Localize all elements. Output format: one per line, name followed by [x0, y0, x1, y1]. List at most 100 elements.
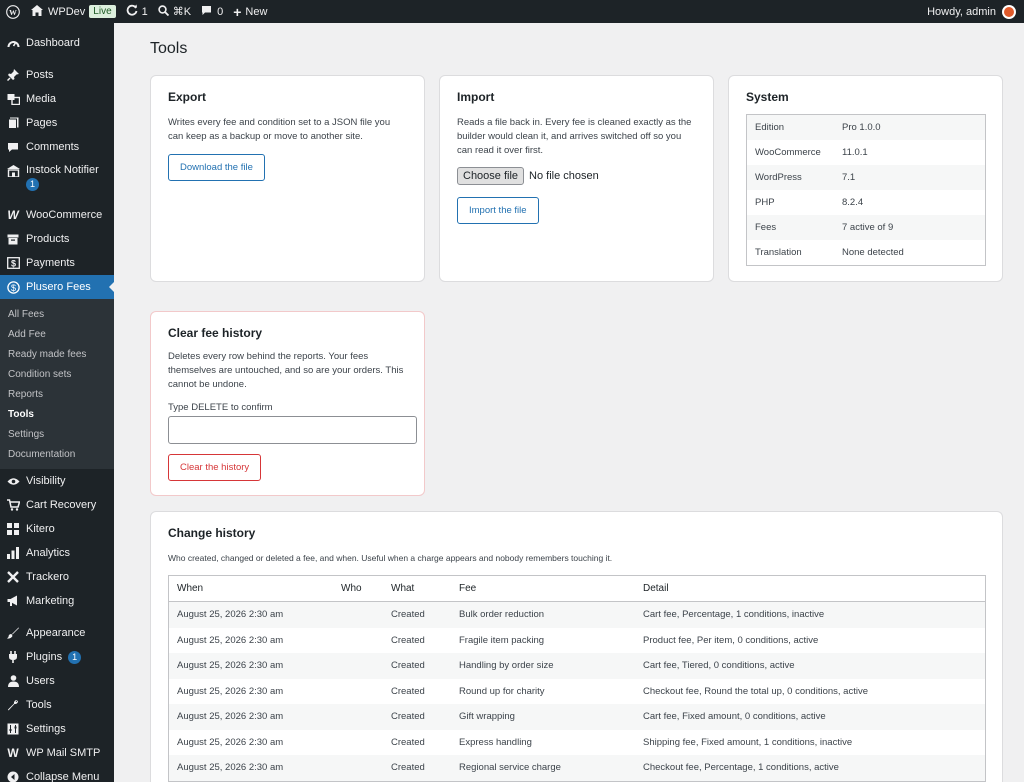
submenu-item-condition-sets[interactable]: Condition sets — [0, 365, 114, 385]
sidebar-item-plusero-fees[interactable]: $ Plusero Fees — [0, 275, 114, 299]
system-row: Fees 7 active of 9 — [747, 215, 985, 240]
table-row: August 25, 2026 2:30 am Created Fragile it… — [177, 634, 819, 646]
change-history-title: Change history — [168, 526, 256, 540]
submenu-item-tools[interactable]: Tools — [0, 405, 114, 425]
sidebar-item-tools[interactable]: Tools — [0, 693, 114, 717]
system-table: Edition Pro 1.0.0 WooCommerce 11.0.1 WordP… — [746, 114, 986, 266]
system-row: Edition Pro 1.0.0 — [747, 115, 985, 140]
sidebar-item-label: Posts — [26, 69, 54, 81]
submenu-item-all-fees[interactable]: All Fees — [0, 305, 114, 325]
import-title: Import — [457, 90, 495, 104]
confirm-delete-input[interactable] — [168, 416, 417, 444]
sidebar-item-posts[interactable]: Posts — [0, 63, 114, 87]
search-icon — [158, 4, 169, 19]
sidebar-item-label: Plusero Fees — [26, 281, 91, 293]
comments-link[interactable]: 0 — [196, 0, 228, 23]
plus-icon: + — [233, 3, 242, 20]
brush-icon — [6, 626, 20, 640]
instock-count-badge: 1 — [26, 178, 39, 191]
import-card: Import Reads a file back in. Every fee i… — [439, 75, 714, 282]
choose-file-button[interactable]: Choose file — [457, 167, 525, 185]
submenu-item-ready-made-fees[interactable]: Ready made fees — [0, 345, 114, 365]
megaphone-icon — [6, 594, 20, 608]
updates-link[interactable]: 1 — [121, 0, 153, 23]
new-label: New — [245, 5, 268, 18]
change-history-card: Change history Who created, changed or d… — [150, 511, 1003, 782]
sidebar-item-woocommerce[interactable]: W WooCommerce — [0, 203, 114, 227]
dollar-circle-icon: $ — [6, 280, 20, 294]
sidebar-item-trackero[interactable]: Trackero — [0, 565, 114, 589]
sidebar-item-label: Users — [26, 675, 55, 687]
submenu-item-settings[interactable]: Settings — [0, 425, 114, 445]
clear-history-button[interactable]: Clear the history — [168, 454, 262, 481]
export-description: Writes every fee and condition set to a … — [168, 117, 391, 142]
sidebar-item-products[interactable]: Products — [0, 227, 114, 251]
sidebar-item-dashboard[interactable]: Dashboard — [0, 31, 114, 55]
sidebar-item-media[interactable]: Media — [0, 87, 114, 111]
sidebar-item-label: Settings — [26, 723, 66, 735]
sidebar-item-label: Appearance — [26, 627, 86, 639]
confirm-label: Type DELETE to confirm — [168, 402, 273, 413]
clear-history-card: Clear fee history Deletes every row behi… — [150, 311, 425, 496]
sidebar-item-instock-notifier[interactable]: Instock Notifier 1 — [0, 159, 114, 203]
change-history-table: When Who What Fee Detail August 25, 2026… — [168, 575, 986, 782]
sidebar-item-users[interactable]: Users — [0, 669, 114, 693]
svg-text:$: $ — [10, 282, 15, 292]
search-shortcut[interactable]: ⌘K — [153, 0, 196, 23]
table-header: When Who What Fee Detail — [169, 576, 985, 602]
table-row: August 25, 2026 2:30 am Created Bulk order… — [169, 602, 985, 628]
clear-history-description: Deletes every row behind the reports. Yo… — [168, 351, 404, 390]
new-content-link[interactable]: + New — [228, 0, 272, 23]
column-header-detail: Detail — [643, 583, 669, 594]
download-file-button[interactable]: Download the file — [168, 154, 265, 181]
wrench-icon — [6, 698, 20, 712]
sidebar-item-label: Dashboard — [26, 37, 80, 49]
wordpress-logo-icon[interactable]: W — [0, 0, 26, 23]
submenu-item-reports[interactable]: Reports — [0, 385, 114, 405]
comments-count: 0 — [217, 5, 224, 18]
site-name: WPDev — [48, 5, 86, 18]
sidebar-item-settings[interactable]: Settings — [0, 717, 114, 741]
mail-icon: W — [7, 746, 19, 760]
import-file-button[interactable]: Import the file — [457, 197, 539, 224]
svg-text:$: $ — [10, 259, 15, 269]
sidebar-item-cart-recovery[interactable]: Cart Recovery — [0, 493, 114, 517]
column-header-fee: Fee — [459, 583, 477, 594]
site-name-link[interactable]: WPDev Live — [26, 0, 121, 23]
sidebar-item-label: Instock Notifier — [26, 164, 99, 176]
submenu-item-documentation[interactable]: Documentation — [0, 445, 114, 465]
sidebar-item-plugins[interactable]: Plugins 1 — [0, 645, 114, 669]
sidebar-item-comments[interactable]: Comments — [0, 135, 114, 159]
sidebar-item-appearance[interactable]: Appearance — [0, 621, 114, 645]
sidebar-item-label: Marketing — [26, 595, 75, 607]
sidebar-item-visibility[interactable]: Visibility — [0, 469, 114, 493]
system-card: System Edition Pro 1.0.0 WooCommerce 11.0.… — [728, 75, 1003, 282]
sidebar-item-pages[interactable]: Pages — [0, 111, 114, 135]
sidebar-item-label: WP Mail SMTP — [26, 747, 101, 759]
collapse-icon — [6, 770, 20, 782]
woocommerce-icon: W — [7, 208, 19, 222]
file-input[interactable]: Choose file No file chosen — [457, 167, 696, 185]
system-row: PHP 8.2.4 — [755, 197, 864, 208]
sidebar-item-kitero[interactable]: Kitero — [0, 517, 114, 541]
sidebar-item-marketing[interactable]: Marketing — [0, 589, 114, 613]
account-menu[interactable]: Howdy, admin — [922, 0, 1024, 23]
system-title: System — [746, 90, 789, 104]
sidebar-item-analytics[interactable]: Analytics — [0, 541, 114, 565]
admin-bar: W WPDev Live 1 ⌘K 0 + New Howdy, admin — [0, 0, 1024, 23]
sidebar-item-label: Tools — [26, 699, 52, 711]
page-title: Tools — [150, 40, 188, 57]
column-header-when: When — [177, 583, 204, 594]
sidebar-item-label: Trackero — [26, 571, 69, 583]
table-row: August 25, 2026 2:30 am Created Round up f… — [177, 685, 868, 697]
sidebar-item-wp-mail-smtp[interactable]: W WP Mail SMTP — [0, 741, 114, 765]
eye-icon — [6, 474, 20, 488]
system-row: Translation None detected — [755, 247, 904, 258]
sidebar-item-label: WooCommerce — [26, 209, 103, 221]
column-header-what: What — [391, 583, 415, 594]
sidebar-item-payments[interactable]: $ Payments — [0, 251, 114, 275]
submenu-item-add-fee[interactable]: Add Fee — [0, 325, 114, 345]
sidebar-item-label: Cart Recovery — [26, 499, 97, 511]
home-icon — [31, 4, 43, 19]
sidebar-item-collapse-menu[interactable]: Collapse Menu — [0, 765, 114, 782]
